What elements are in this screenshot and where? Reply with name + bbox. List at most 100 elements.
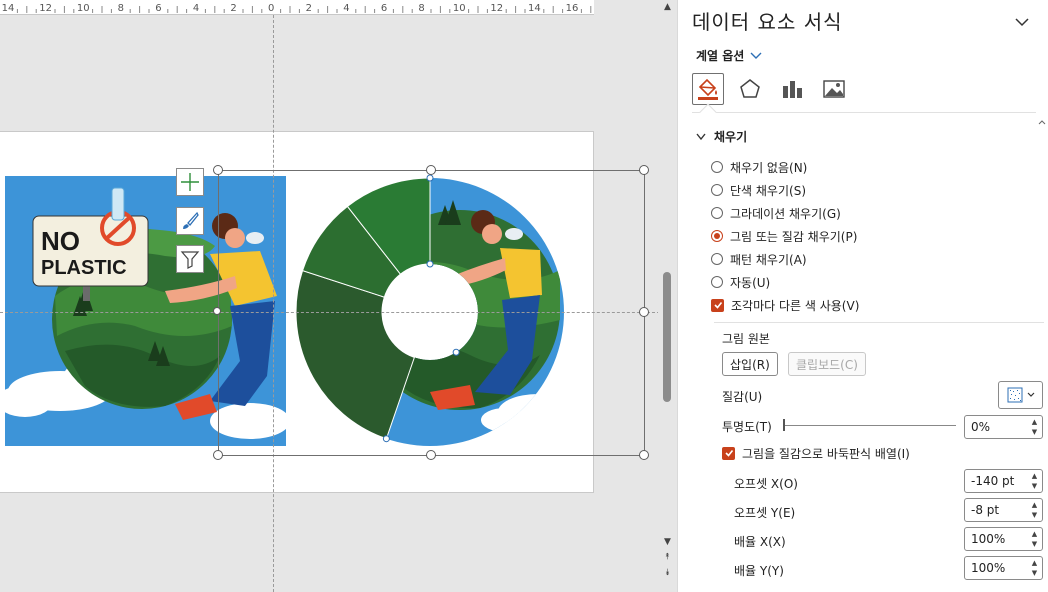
- fill-option-radio[interactable]: 그림 또는 질감 채우기(P): [711, 227, 857, 245]
- effects-icon: [740, 79, 760, 98]
- pane-tabs: [692, 73, 850, 109]
- previous-slide-icon[interactable]: ⯭: [661, 550, 674, 563]
- fill-option-radio[interactable]: 단색 채우기(S): [711, 181, 806, 199]
- ruler-label: 4: [343, 3, 349, 14]
- fill-option-label: 패턴 채우기(A): [730, 252, 807, 267]
- transparency-input[interactable]: 0% ▲ ▼: [964, 415, 1043, 439]
- ruler-label: 12: [39, 3, 52, 14]
- insert-picture-button[interactable]: 삽입(R): [722, 352, 778, 376]
- slide-editor[interactable]: 14 12 10 8 6 4 2 0 2 4 6 8 10 12 14 16 NO PLASTIC: [0, 0, 677, 592]
- radio-icon: [711, 253, 723, 265]
- ruler-label: 14: [2, 3, 15, 14]
- ruler-label: 6: [155, 3, 161, 14]
- tab-series-options[interactable]: [776, 73, 808, 105]
- horizontal-ruler: 14 12 10 8 6 4 2 0 2 4 6 8 10 12 14 16: [0, 0, 594, 15]
- sign-text-plastic: PLASTIC: [41, 257, 127, 279]
- offset-x-value: -140 pt: [971, 474, 1015, 488]
- fill-option-label: 자동(U): [730, 275, 771, 290]
- ruler-label: 10: [77, 3, 90, 14]
- tab-fill-line[interactable]: [692, 73, 724, 105]
- fill-option-label: 채우기 없음(N): [730, 160, 808, 175]
- vary-colors-checkbox[interactable]: 조각마다 다른 색 사용(V): [711, 296, 859, 314]
- chart-styles-button[interactable]: [176, 207, 204, 235]
- section-divider: [714, 322, 1044, 323]
- offset-y-input[interactable]: -8 pt ▲ ▼: [964, 498, 1043, 522]
- tile-picture-label: 그림을 질감으로 바둑판식 배열(I): [742, 446, 910, 461]
- ruler-label: 8: [118, 3, 124, 14]
- fill-option-radio[interactable]: 그라데이션 채우기(G): [711, 204, 841, 222]
- scroll-down-icon[interactable]: ▼: [661, 535, 674, 548]
- fill-option-radio[interactable]: 채우기 없음(N): [711, 158, 807, 176]
- checkbox-checked-icon: [722, 446, 735, 460]
- series-options-dropdown[interactable]: 계열 옵션: [696, 47, 762, 64]
- vary-colors-label: 조각마다 다른 색 사용(V): [731, 298, 860, 313]
- scale-x-input[interactable]: 100% ▲ ▼: [964, 527, 1043, 551]
- chart-selection-frame[interactable]: [213, 165, 649, 460]
- resize-handle-bottom-left[interactable]: [213, 450, 223, 460]
- transparency-slider-track[interactable]: [784, 425, 956, 426]
- resize-handle-top-right[interactable]: [639, 165, 649, 175]
- scale-y-label: 배율 Y(Y): [734, 564, 784, 578]
- scale-y-input[interactable]: 100% ▲ ▼: [964, 556, 1043, 580]
- ruler-ticks: 14 12 10 8 6 4 2 0 2 4 6 8 10 12 14 16: [2, 3, 592, 14]
- series-options-icon: [783, 81, 802, 98]
- next-slide-icon[interactable]: ⯯: [661, 566, 674, 579]
- offset-y-value: -8 pt: [971, 503, 1000, 517]
- radio-icon: [711, 161, 723, 173]
- pane-options-chevron-icon[interactable]: [1012, 12, 1032, 32]
- tile-picture-checkbox[interactable]: 그림을 질감으로 바둑판식 배열(I): [722, 444, 910, 462]
- scale-x-label: 배율 X(X): [734, 535, 786, 549]
- ruler-label: 2: [306, 3, 312, 14]
- chart-styles-icon: [183, 211, 199, 229]
- texture-swatch-icon: [1007, 387, 1022, 403]
- series-options-label: 계열 옵션: [696, 49, 745, 63]
- editor-vertical-scrollbar[interactable]: ▲ ▼ ⯭ ⯯: [658, 0, 677, 592]
- checkbox-checked-icon: [711, 298, 724, 312]
- ruler-label: 0: [268, 3, 274, 14]
- resize-handle-top-left[interactable]: [213, 165, 223, 175]
- radio-icon: [711, 207, 723, 219]
- radio-selected-icon: [711, 230, 723, 242]
- chart-elements-button[interactable]: [176, 168, 204, 196]
- ruler-label: 12: [490, 3, 503, 14]
- scroll-up-icon[interactable]: ▲: [661, 0, 674, 13]
- fill-option-label: 그림 또는 질감 채우기(P): [730, 229, 858, 244]
- fill-line-icon: [698, 78, 718, 100]
- resize-handle-top[interactable]: [426, 165, 436, 175]
- transparency-slider-thumb[interactable]: [783, 419, 785, 431]
- ruler-label: 8: [418, 3, 424, 14]
- pane-title: 데이터 요소 서식: [692, 10, 843, 34]
- ruler-label: 14: [528, 3, 541, 14]
- pane-scrollbar[interactable]: [1037, 120, 1047, 592]
- fill-option-radio[interactable]: 패턴 채우기(A): [711, 250, 807, 268]
- ruler-label: 16: [566, 3, 579, 14]
- offset-x-label: 오프셋 X(O): [734, 477, 798, 491]
- radio-icon: [711, 276, 723, 288]
- chevron-down-icon: [1027, 392, 1034, 397]
- scale-x-value: 100%: [971, 532, 1006, 546]
- resize-handle-bottom-right[interactable]: [639, 450, 649, 460]
- chevron-down-icon: [750, 52, 762, 59]
- chart-elements-icon: [181, 173, 199, 191]
- format-data-point-pane: 데이터 요소 서식 계열 옵션 채우기 채우기 없음(N) 단색 채우기(S): [677, 0, 1048, 592]
- fill-section-header[interactable]: 채우기: [696, 128, 747, 145]
- ruler-label: 2: [230, 3, 236, 14]
- fill-option-radio[interactable]: 자동(U): [711, 273, 770, 291]
- picture-icon: [823, 80, 845, 98]
- resize-handle-bottom[interactable]: [426, 450, 436, 460]
- clipboard-button[interactable]: 클립보드(C): [788, 352, 866, 376]
- tab-effects[interactable]: [734, 73, 766, 105]
- chart-filters-icon: [180, 251, 200, 269]
- texture-label: 질감(U): [722, 390, 763, 404]
- editor-scroll-thumb[interactable]: [663, 272, 671, 402]
- fill-option-label: 단색 채우기(S): [730, 183, 806, 198]
- offset-y-label: 오프셋 Y(E): [734, 506, 796, 520]
- tab-picture[interactable]: [818, 73, 850, 105]
- transparency-label: 투명도(T): [722, 420, 772, 434]
- tab-divider: [692, 112, 1036, 113]
- transparency-value: 0%: [971, 420, 991, 434]
- offset-x-input[interactable]: -140 pt ▲ ▼: [964, 469, 1043, 493]
- chart-filters-button[interactable]: [176, 245, 204, 273]
- resize-handle-left[interactable]: [213, 307, 221, 315]
- resize-handle-right[interactable]: [639, 307, 649, 317]
